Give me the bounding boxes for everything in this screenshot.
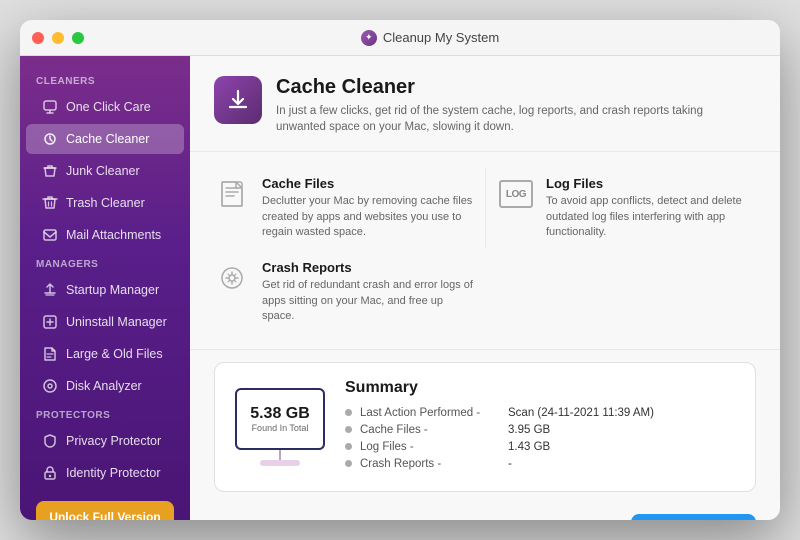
panel-footer: Start Scan: [190, 504, 780, 520]
summary-value-log: 1.43 GB: [508, 441, 550, 453]
total-gb: 5.38 GB: [250, 405, 310, 423]
download-icon: [225, 87, 251, 113]
crash-reports-title: Crash Reports: [262, 260, 473, 275]
summary-label-last-action: Last Action Performed -: [360, 407, 500, 419]
sidebar-label-junk-cleaner: Junk Cleaner: [66, 164, 140, 178]
sidebar-item-one-click-care[interactable]: One Click Care: [26, 92, 184, 122]
panel-header-text: Cache Cleaner In just a few clicks, get …: [276, 76, 756, 135]
window-title: Cleanup My System: [383, 30, 499, 45]
sidebar-label-privacy-protector: Privacy Protector: [66, 434, 161, 448]
sidebar-label-cache-cleaner: Cache Cleaner: [66, 132, 149, 146]
title-bar: ✦ Cleanup My System: [20, 20, 780, 56]
cursor-icon: [42, 99, 58, 115]
maximize-button[interactable]: [72, 32, 84, 44]
mail-icon: [42, 227, 58, 243]
cache-files-text: Cache Files Declutter your Mac by removi…: [262, 176, 473, 240]
monitor-container: 5.38 GB Found In Total: [235, 388, 325, 466]
summary-dot-crash: [345, 460, 352, 467]
cache-files-icon: [214, 176, 250, 212]
minimize-button[interactable]: [52, 32, 64, 44]
summary-label-crash: Crash Reports -: [360, 458, 500, 470]
sidebar-item-uninstall-manager[interactable]: Uninstall Manager: [26, 307, 184, 337]
summary-row-log-files: Log Files - 1.43 GB: [345, 441, 735, 453]
sidebar-label-disk-analyzer: Disk Analyzer: [66, 379, 142, 393]
panel-header: Cache Cleaner In just a few clicks, get …: [190, 56, 780, 152]
sidebar: Cleaners One Click Care Cache Cleaner: [20, 56, 190, 520]
summary-value-crash: -: [508, 458, 512, 470]
summary-title: Summary: [345, 379, 735, 397]
main-content: Cleaners One Click Care Cache Cleaner: [20, 56, 780, 520]
summary-label-log: Log Files -: [360, 441, 500, 453]
summary-dot-last-action: [345, 409, 352, 416]
crash-reports-text: Crash Reports Get rid of redundant crash…: [262, 260, 473, 324]
cache-icon: [42, 131, 58, 147]
title-bar-center: ✦ Cleanup My System: [92, 30, 768, 46]
close-button[interactable]: [32, 32, 44, 44]
sidebar-label-large-old-files: Large & Old Files: [66, 347, 163, 361]
summary-value-last-action: Scan (24-11-2021 11:39 AM): [508, 407, 654, 419]
unlock-full-version-button[interactable]: Unlock Full Version: [36, 501, 174, 520]
sidebar-unlock-section: Unlock Full Version: [20, 489, 190, 520]
monitor-screen: 5.38 GB Found In Total: [235, 388, 325, 450]
monitor-base: [260, 460, 300, 466]
sidebar-label-trash-cleaner: Trash Cleaner: [66, 196, 145, 210]
summary-row-last-action: Last Action Performed - Scan (24-11-2021…: [345, 407, 735, 419]
log-files-text: Log Files To avoid app conflicts, detect…: [546, 176, 744, 240]
summary-section: 5.38 GB Found In Total Summary Last Acti…: [214, 362, 756, 492]
start-scan-button[interactable]: Start Scan: [631, 514, 756, 520]
cache-files-desc: Declutter your Mac by removing cache fil…: [262, 194, 473, 240]
sidebar-item-identity-protector[interactable]: Identity Protector: [26, 458, 184, 488]
summary-row-cache-files: Cache Files - 3.95 GB: [345, 424, 735, 436]
panel-description: In just a few clicks, get rid of the sys…: [276, 103, 756, 135]
disk-icon: [42, 378, 58, 394]
feature-card-log-files: LOG Log Files To avoid app conflicts, de…: [485, 168, 756, 248]
protectors-section-label: Protectors: [20, 402, 190, 425]
sidebar-item-startup-manager[interactable]: Startup Manager: [26, 275, 184, 305]
sidebar-item-privacy-protector[interactable]: Privacy Protector: [26, 426, 184, 456]
feature-cards: Cache Files Declutter your Mac by removi…: [190, 152, 780, 349]
feature-card-crash-reports: Crash Reports Get rid of redundant crash…: [214, 248, 485, 332]
log-files-title: Log Files: [546, 176, 744, 191]
summary-details: Summary Last Action Performed - Scan (24…: [345, 379, 735, 475]
uninstall-icon: [42, 314, 58, 330]
managers-section-label: Managers: [20, 251, 190, 274]
cache-files-title: Cache Files: [262, 176, 473, 191]
app-window: ✦ Cleanup My System Cleaners One Click C…: [20, 20, 780, 520]
crash-reports-desc: Get rid of redundant crash and error log…: [262, 278, 473, 324]
cleaners-section-label: Cleaners: [20, 68, 190, 91]
main-panel: Cache Cleaner In just a few clicks, get …: [190, 56, 780, 520]
sidebar-item-junk-cleaner[interactable]: Junk Cleaner: [26, 156, 184, 186]
found-label: Found In Total: [252, 423, 309, 433]
summary-dot-cache: [345, 426, 352, 433]
summary-row-crash-reports: Crash Reports - -: [345, 458, 735, 470]
sidebar-item-disk-analyzer[interactable]: Disk Analyzer: [26, 371, 184, 401]
sidebar-item-trash-cleaner[interactable]: Trash Cleaner: [26, 188, 184, 218]
trash-icon: [42, 195, 58, 211]
crash-reports-icon: [214, 260, 250, 296]
monitor-stand: [279, 450, 281, 460]
cache-cleaner-header-icon: [214, 76, 262, 124]
lock-icon: [42, 465, 58, 481]
sidebar-label-one-click-care: One Click Care: [66, 100, 151, 114]
sidebar-label-uninstall-manager: Uninstall Manager: [66, 315, 167, 329]
sidebar-label-startup-manager: Startup Manager: [66, 283, 159, 297]
files-icon: [42, 346, 58, 362]
sidebar-label-mail-attachments: Mail Attachments: [66, 228, 161, 242]
startup-icon: [42, 282, 58, 298]
shield-icon: [42, 433, 58, 449]
sidebar-item-mail-attachments[interactable]: Mail Attachments: [26, 220, 184, 250]
app-icon: ✦: [361, 30, 377, 46]
summary-dot-log: [345, 443, 352, 450]
panel-title: Cache Cleaner: [276, 76, 756, 99]
sidebar-item-cache-cleaner[interactable]: Cache Cleaner: [26, 124, 184, 154]
summary-label-cache: Cache Files -: [360, 424, 500, 436]
sidebar-label-identity-protector: Identity Protector: [66, 466, 161, 480]
junk-icon: [42, 163, 58, 179]
log-files-icon: LOG: [498, 176, 534, 212]
log-files-desc: To avoid app conflicts, detect and delet…: [546, 194, 744, 240]
sidebar-item-large-old-files[interactable]: Large & Old Files: [26, 339, 184, 369]
feature-card-cache-files: Cache Files Declutter your Mac by removi…: [214, 168, 485, 248]
summary-value-cache: 3.95 GB: [508, 424, 550, 436]
